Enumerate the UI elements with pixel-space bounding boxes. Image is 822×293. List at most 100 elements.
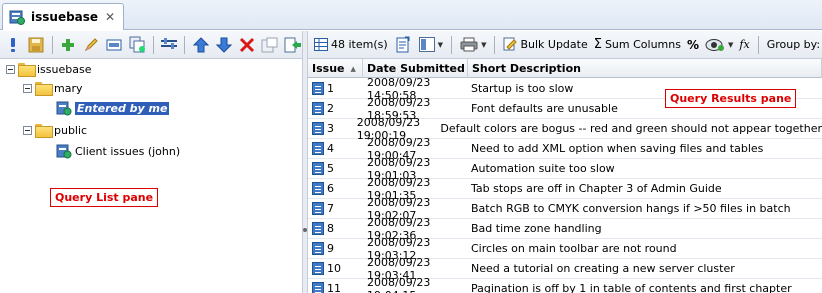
issue-id: 4 [327,142,334,155]
bulk-update-button[interactable]: Bulk Update [503,37,588,52]
properties-icon[interactable] [260,35,279,54]
tree-node-label: Client issues (john) [75,144,181,158]
date-submitted-cell: 2008/09/23 19:04:15 [367,275,431,293]
issue-cell: 2 [308,102,363,115]
issue-cell: 5 [308,162,363,175]
tree-node-client-issues[interactable]: Client issues (john) [56,142,180,160]
issue-cell: 10 [308,262,363,275]
folder-icon [18,63,36,77]
tree-node-mary[interactable]: mary [23,79,83,97]
issue-icon [312,222,324,235]
percent-button[interactable]: % [687,38,699,52]
short-description-cell: Batch RGB to CMYK conversion hangs if >5… [471,202,791,215]
fx-label: fx [739,38,750,51]
issue-icon [312,242,324,255]
column-header-issue[interactable]: Issue ▲ [308,59,363,78]
info-icon[interactable] [4,35,23,54]
tree-node-label: Entered by me [75,101,170,115]
add-icon[interactable] [59,35,78,54]
tree-node-label: issuebase [37,62,92,76]
items-count-label: 48 item(s) [331,38,388,51]
splitter-grip-icon[interactable] [303,228,307,232]
move-up-icon[interactable] [191,35,210,54]
short-description-cell: Pagination is off by 1 in table of conte… [471,282,792,293]
tree-node-label: public [54,123,88,137]
table-row[interactable]: 11 2008/09/23 19:04:15 Pagination is off b… [308,275,822,293]
collapse-icon[interactable] [6,64,15,74]
query-list-pane: issuebase mary Entered by me public Clie… [0,59,302,293]
filter-icon[interactable] [160,35,179,54]
chevron-down-icon: ▼ [437,40,444,49]
toolbar-separator [494,35,496,54]
sigma-icon: Σ [593,37,602,52]
issue-icon [312,162,324,175]
toolbar-separator [757,35,759,54]
issue-id: 9 [327,242,334,255]
issue-id: 10 [327,262,341,275]
issue-cell: 3 [308,122,353,135]
close-icon[interactable]: ✕ [105,10,115,24]
issue-id: 2 [327,102,334,115]
move-down-icon[interactable] [214,35,233,54]
print-menu[interactable]: ▼ [460,37,486,52]
copy-query-icon[interactable] [128,35,147,54]
save-icon[interactable] [27,35,46,54]
bulk-update-icon [503,37,518,51]
issue-cell: 9 [308,242,363,255]
collapse-icon[interactable] [23,125,32,135]
tab-strip: issuebase ✕ [0,0,822,30]
short-description-cell: Tab stops are off in Chapter 3 of Admin … [471,182,722,195]
short-description-cell: Need to add XML option when saving files… [471,142,764,155]
group-by-label: Group by: [766,38,821,51]
issue-icon [312,262,324,275]
collapse-icon[interactable] [23,83,32,93]
short-description-cell: Circles on main toolbar are not round [471,242,677,255]
query-list-annotation: Query List pane [50,188,159,207]
short-description-cell: Automation suite too slow [471,162,615,175]
issue-icon [312,282,324,293]
issue-icon [312,82,324,95]
short-description-cell: Bad time zone handling [471,222,602,235]
rename-icon[interactable] [105,35,124,54]
query-results-annotation: Query Results pane [665,89,797,108]
chevron-down-icon: ▼ [728,40,734,49]
formula-button[interactable]: fx [739,38,749,51]
tree-node-public[interactable]: public [23,121,87,139]
short-description-cell: Need a tutorial on creating a new server… [471,262,735,275]
edit-icon[interactable] [82,35,101,54]
tab-issuebase[interactable]: issuebase ✕ [2,3,124,30]
short-description-cell: Default colors are bogus -- red and gree… [440,122,822,135]
toolbar-separator [451,35,453,54]
delete-icon[interactable] [237,35,256,54]
issue-icon [312,182,324,195]
column-header-short-description[interactable]: Short Description [468,59,822,78]
report-icon[interactable] [394,35,413,54]
columns-menu[interactable]: ▼ [418,37,444,52]
query-list-toolbar [0,31,302,59]
toolbar-separator [51,35,53,54]
issue-id: 7 [327,202,334,215]
grid-icon [314,38,328,51]
tree-node-issuebase[interactable]: issuebase [6,60,91,78]
issue-icon [312,202,324,215]
tree-node-entered-by-me[interactable]: Entered by me [56,99,170,117]
issue-id: 3 [327,122,334,135]
issue-id: 1 [327,82,334,95]
issue-cell: 8 [308,222,363,235]
tab-title: issuebase [31,10,99,24]
issue-icon [312,142,324,155]
items-count: 48 item(s) [314,38,388,51]
issue-cell: 7 [308,202,363,215]
database-icon [9,10,25,25]
export-icon[interactable] [283,35,302,54]
issue-id: 5 [327,162,334,175]
view-menu[interactable]: ▼ [705,38,733,52]
query-icon [56,144,72,159]
sum-columns-button[interactable]: Σ Sum Columns [594,37,681,52]
issue-cell: 6 [308,182,363,195]
issue-id: 8 [327,222,334,235]
columns-icon [418,37,435,52]
issue-cell: 11 [308,282,363,293]
folder-icon [35,82,53,96]
eye-icon [705,38,725,51]
